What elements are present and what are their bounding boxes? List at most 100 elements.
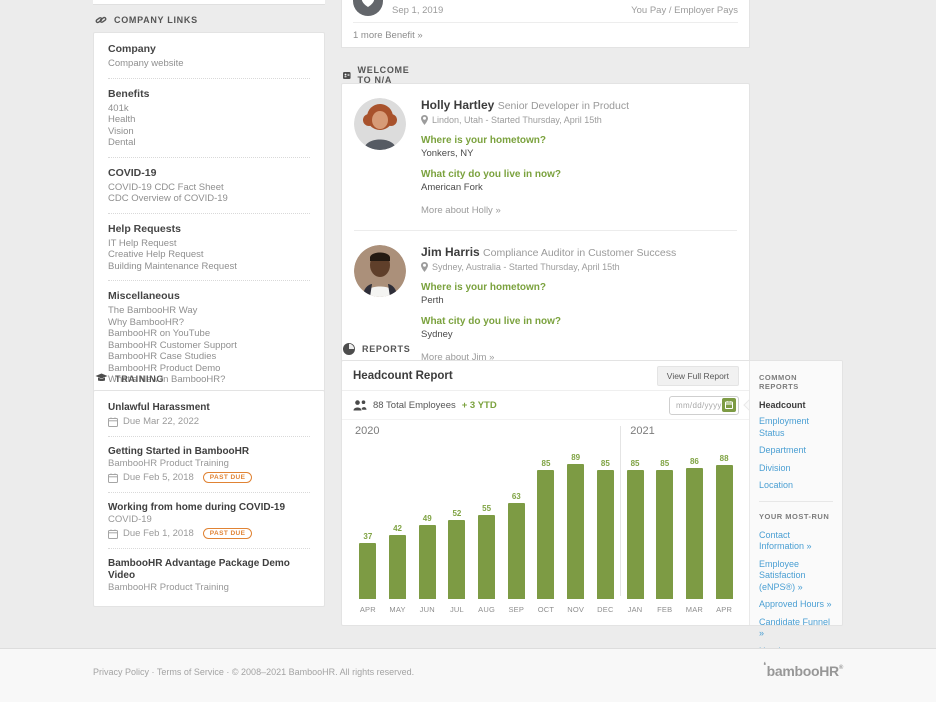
chart-bar-slot-jan-9: 85 JAN <box>620 446 650 614</box>
training-item: BambooHR Advantage Package Demo Video Ba… <box>108 558 310 594</box>
bar[interactable] <box>537 470 554 599</box>
employee-name[interactable]: Jim Harris <box>421 245 480 259</box>
location-pin-icon <box>421 115 428 125</box>
report-link[interactable]: Location <box>759 480 833 492</box>
link-item[interactable]: IT Help Request <box>108 238 310 250</box>
bar[interactable] <box>686 468 703 599</box>
bar-value-label: 88 <box>720 454 729 463</box>
link-item[interactable]: CDC Overview of COVID-19 <box>108 193 310 205</box>
training-item-title[interactable]: BambooHR Advantage Package Demo Video <box>108 558 310 582</box>
bar[interactable] <box>419 525 436 599</box>
company-links-card: Company Company website Benefits 401k He… <box>93 32 325 399</box>
employee-location: Sydney, Australia - Started Thursday, Ap… <box>432 262 620 272</box>
pie-chart-icon <box>343 343 355 355</box>
bar[interactable] <box>478 515 495 599</box>
divider <box>108 492 310 493</box>
employees-icon <box>353 400 367 411</box>
bar[interactable] <box>656 470 673 599</box>
bar[interactable] <box>508 503 525 599</box>
bar[interactable] <box>716 465 733 599</box>
bar[interactable] <box>359 543 376 599</box>
reports-title: REPORTS <box>362 344 410 354</box>
chart-bar-slot-jul-3: 52JUL <box>442 446 472 614</box>
training-item-title[interactable]: Unlawful Harassment <box>108 402 310 414</box>
avatar <box>354 245 406 297</box>
link-item[interactable]: Creative Help Request <box>108 249 310 261</box>
report-link[interactable]: Department <box>759 445 833 457</box>
copyright-text: · © 2008–2021 BambooHR. All rights reser… <box>226 667 414 677</box>
employee-role: Senior Developer in Product <box>498 100 629 112</box>
calendar-button[interactable] <box>722 398 736 412</box>
report-link[interactable]: Division <box>759 463 833 475</box>
links-group: Help Requests IT Help Request Creative H… <box>108 223 310 273</box>
divider <box>108 213 310 214</box>
privacy-policy-link[interactable]: Privacy Policy <box>93 667 149 677</box>
links-group: Benefits 401k Health Vision Dental <box>108 88 310 149</box>
link-icon <box>95 14 107 26</box>
view-full-report-button[interactable]: View Full Report <box>657 366 739 386</box>
link-item[interactable]: Why BambooHR? <box>108 317 310 329</box>
reports-sidebar: COMMON REPORTS Headcount Employment Stat… <box>749 361 842 625</box>
link-item[interactable]: Company website <box>108 58 310 70</box>
bar[interactable] <box>567 464 584 599</box>
report-link[interactable]: Contact Information » <box>759 530 833 553</box>
bar[interactable] <box>389 535 406 599</box>
welcome-title: WELCOME TO N/A <box>358 65 414 85</box>
link-item[interactable]: Building Maintenance Request <box>108 261 310 273</box>
chart-bar-slot-oct-6: 85OCT <box>531 446 561 614</box>
location-pin-icon <box>421 262 428 272</box>
report-link[interactable]: Candidate Funnel » <box>759 617 833 640</box>
training-item-title[interactable]: Working from home during COVID-19 <box>108 502 310 514</box>
due-date: Due Feb 5, 2018 <box>123 472 194 483</box>
benefit-icon <box>353 0 383 16</box>
link-item[interactable]: Dental <box>108 137 310 149</box>
date-field <box>669 396 739 415</box>
report-link[interactable]: Employment Status <box>759 416 833 439</box>
chart-bar-slot-nov-7: 89NOV <box>561 446 591 614</box>
training-due-row: Due Feb 1, 2018 PAST DUE <box>108 528 310 539</box>
link-item[interactable]: Health <box>108 114 310 126</box>
date-input[interactable] <box>676 401 722 410</box>
bar[interactable] <box>627 470 644 599</box>
link-item[interactable]: The BambooHR Way <box>108 305 310 317</box>
chart-bar-slot-may-1: 42 MAY <box>383 446 413 614</box>
group-title: Miscellaneous <box>108 290 310 303</box>
bar[interactable] <box>597 470 614 599</box>
link-item[interactable]: Vision <box>108 126 310 138</box>
question: Where is your hometown? <box>421 135 629 146</box>
links-group: Company Company website <box>108 43 310 70</box>
report-link[interactable]: Approved Hours » <box>759 599 833 611</box>
link-item[interactable]: BambooHR Customer Support <box>108 340 310 352</box>
training-title: TRAINING <box>115 374 164 384</box>
more-benefits-link[interactable]: 1 more Benefit » <box>353 30 423 41</box>
bar-value-label: 42 <box>393 524 402 533</box>
chart-bar-slot-mar-11: 86MAR <box>680 446 710 614</box>
bar[interactable] <box>448 520 465 599</box>
total-employees-label: 88 Total Employees <box>373 400 456 411</box>
link-item[interactable]: BambooHR Case Studies <box>108 351 310 363</box>
more-about-link[interactable]: More about Holly » <box>421 205 629 216</box>
bar-value-label: 85 <box>542 459 551 468</box>
training-item-title[interactable]: Getting Started in BambooHR <box>108 446 310 458</box>
heart-icon <box>361 0 375 8</box>
link-item[interactable]: COVID-19 CDC Fact Sheet <box>108 182 310 194</box>
employee-name[interactable]: Holly Hartley <box>421 98 494 112</box>
footer: Privacy Policy · Terms of Service · © 20… <box>0 648 936 702</box>
bar-value-label: 85 <box>631 459 640 468</box>
report-link[interactable]: Employee Satisfaction (eNPS®) » <box>759 559 833 594</box>
x-tick-label: JAN <box>628 605 643 614</box>
x-tick-label: MAY <box>389 605 405 614</box>
x-tick-label: NOV <box>567 605 584 614</box>
link-item[interactable]: BambooHR on YouTube <box>108 328 310 340</box>
logo-text: bambooHR <box>767 663 839 679</box>
welcome-icon <box>343 70 351 81</box>
leaf-icon: ❛ <box>763 661 765 670</box>
report-link-active[interactable]: Headcount <box>759 400 833 410</box>
terms-of-service-link[interactable]: Terms of Service <box>157 667 224 677</box>
employee-role: Compliance Auditor in Customer Success <box>483 247 676 259</box>
link-item[interactable]: 401k <box>108 103 310 115</box>
links-group: Miscellaneous The BambooHR Way Why Bambo… <box>108 290 310 386</box>
bar-value-label: 55 <box>482 504 491 513</box>
x-tick-label: APR <box>360 605 376 614</box>
chart-plot: 37APR42MAY49JUN52JUL55AUG63SEP85OCT89NOV… <box>353 446 739 614</box>
